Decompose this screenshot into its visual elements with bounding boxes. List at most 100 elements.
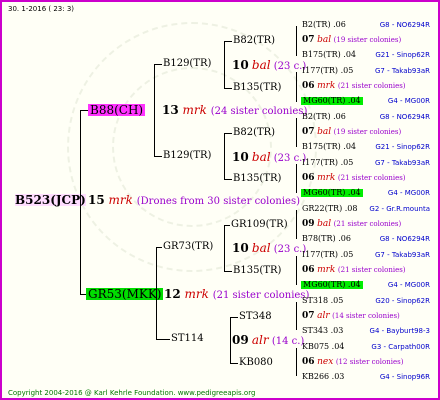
g2-mating-b129-bottom: 10 bal (23 c.) <box>232 151 306 164</box>
leaf-origin-label: G7 - Takab93aR <box>375 67 430 75</box>
leaf-origin-label: G20 - Sinop62R <box>375 297 430 305</box>
leaf-queen[interactable]: B175(TR) .04 <box>302 51 356 59</box>
leaf-origin-label: G7 - Takab93aR <box>375 251 430 259</box>
g3-queen-kb080[interactable]: KB080 <box>239 358 273 368</box>
leaf-mating: 06 mrk (21 sister colonies) <box>302 266 406 275</box>
leaf-queen[interactable]: MG60(TR) .04 <box>301 281 363 289</box>
connector <box>296 72 297 102</box>
connector <box>296 210 297 239</box>
leaf-queen[interactable]: I177(TR) .05 <box>302 251 353 259</box>
root-mating-desc: (Drones from 30 sister colonies) <box>136 196 300 207</box>
connector <box>154 156 162 157</box>
mating-num: 10 <box>232 241 249 255</box>
connector <box>154 64 162 65</box>
connector <box>156 339 170 340</box>
leaf-origin-label: G21 - Sinop62R <box>375 143 430 151</box>
leaf-queen[interactable]: GR22(TR) .08 <box>302 205 357 213</box>
leaf-mating: 07 bal (19 sister colonies) <box>302 36 401 45</box>
leaf-queen[interactable]: I177(TR) .05 <box>302 67 353 75</box>
g3-queen-b135-b[interactable]: B135(TR) <box>233 174 281 184</box>
leaf-queen[interactable]: B2(TR) .06 <box>302 113 346 121</box>
connector <box>224 41 225 88</box>
leaf-queen[interactable]: B2(TR) .06 <box>302 21 346 29</box>
mating-mrk: alr <box>251 333 269 347</box>
leaf-mating-mrk: alr <box>317 311 330 321</box>
connector <box>296 302 297 330</box>
leaf-queen[interactable]: ST318 .05 <box>302 297 343 305</box>
connector <box>296 256 297 285</box>
leaf-mating-desc: (14 sister colonies) <box>332 312 400 320</box>
g1-top-mating-desc: (24 sister colonies) <box>210 106 308 117</box>
leaf-queen[interactable]: I177(TR) .05 <box>302 159 353 167</box>
leaf-queen[interactable]: ST343 .03 <box>302 327 343 335</box>
g1-queen-bottom[interactable]: GR53(MKK) <box>86 288 164 300</box>
g1-bottom-mating-mrk: mrk <box>184 287 209 301</box>
leaf-queen[interactable]: KB075 .04 <box>302 343 344 351</box>
connector <box>296 164 297 193</box>
mating-desc: (14 c.) <box>271 336 305 347</box>
connector <box>230 363 238 364</box>
g3-queen-b135-a[interactable]: B135(TR) <box>233 83 281 93</box>
leaf-queen[interactable]: KB266 .03 <box>302 373 344 381</box>
root-mating-mrk: mrk <box>108 193 133 207</box>
g3-queen-st348[interactable]: ST348 <box>239 312 272 322</box>
leaf-mating-num: 09 <box>302 219 315 229</box>
connector <box>224 133 232 134</box>
g3-queen-b82-a[interactable]: B82(TR) <box>233 36 275 46</box>
leaf-origin-label: G4 - MG00R <box>387 281 430 289</box>
root-queen-label: B523(JCP) <box>15 193 86 207</box>
leaf-queen[interactable]: B78(TR) .06 <box>302 235 351 243</box>
leaf-mating-mrk: bal <box>317 127 332 137</box>
root-mating: 15 mrk (Drones from 30 sister colonies) <box>88 194 300 207</box>
g1-top-mating-num: 13 <box>162 103 179 117</box>
g2-queen-st114[interactable]: ST114 <box>171 334 204 344</box>
g1-bottom-mating: 12 mrk (21 sister colonies) <box>164 288 309 301</box>
leaf-mating-mrk: bal <box>317 35 332 45</box>
leaf-mating-desc: (21 sister colonies) <box>337 174 406 182</box>
mating-mrk: bal <box>251 58 271 72</box>
leaf-queen[interactable]: MG60(TR) .04 <box>301 97 363 105</box>
connector <box>224 271 232 272</box>
g3-queen-gr109[interactable]: GR109(TR) <box>231 220 288 230</box>
g2-queen-b129-bottom[interactable]: B129(TR) <box>163 151 211 161</box>
mating-num: 10 <box>232 58 249 72</box>
leaf-origin-label: G2 - Gr.R.mounta <box>369 205 430 213</box>
root-queen[interactable]: B523(JCP) <box>15 194 86 206</box>
connector <box>156 247 157 339</box>
connector <box>224 179 232 180</box>
leaf-queen[interactable]: MG60(TR) .04 <box>301 189 363 197</box>
footer-copyright: Copyright 2004-2016 @ Karl Kehrle Founda… <box>8 389 256 397</box>
leaf-mating-desc: (21 sister colonies) <box>333 220 402 228</box>
g3-queen-b82-b[interactable]: B82(TR) <box>233 128 275 138</box>
g1-queen-top[interactable]: B88(CH) <box>88 104 146 116</box>
g1-bottom-mating-num: 12 <box>164 287 181 301</box>
g3-queen-b135-c[interactable]: B135(TR) <box>233 266 281 276</box>
connector <box>224 225 230 226</box>
leaf-mating-mrk: nex <box>317 357 334 367</box>
connector <box>230 317 231 363</box>
leaf-mating-desc: (12 sister colonies) <box>335 358 404 366</box>
g2-queen-gr73[interactable]: GR73(TR) <box>163 242 213 252</box>
connector <box>80 110 88 111</box>
leaf-mating: 07 alr (14 sister colonies) <box>302 312 400 321</box>
leaf-origin-label: G8 - NO6294R <box>379 113 430 121</box>
leaf-origin-label: G21 - Sinop62R <box>375 51 430 59</box>
leaf-origin-label: G3 - Carpath00R <box>371 343 430 351</box>
leaf-mating-mrk: mrk <box>317 81 336 91</box>
mating-mrk: bal <box>251 241 271 255</box>
g2-queen-b129-top[interactable]: B129(TR) <box>163 59 211 69</box>
leaf-origin-label: G7 - Takab93aR <box>375 159 430 167</box>
leaf-mating-desc: (19 sister colonies) <box>333 36 402 44</box>
leaf-mating-num: 06 <box>302 265 315 275</box>
leaf-queen[interactable]: B175(TR) .04 <box>302 143 356 151</box>
leaf-mating-num: 07 <box>302 311 315 321</box>
leaf-mating: 06 mrk (21 sister colonies) <box>302 174 406 183</box>
leaf-mating-desc: (19 sister colonies) <box>333 128 402 136</box>
leaf-origin-label: G4 - Bayburt98-3 <box>369 327 430 335</box>
g2-mating-st114: 09 alr (14 c.) <box>232 334 304 347</box>
mating-num: 10 <box>232 150 249 164</box>
leaf-origin-label: G4 - MG00R <box>387 97 430 105</box>
connector <box>296 118 297 147</box>
leaf-mating-desc: (21 sister colonies) <box>337 82 406 90</box>
connector <box>296 348 297 376</box>
